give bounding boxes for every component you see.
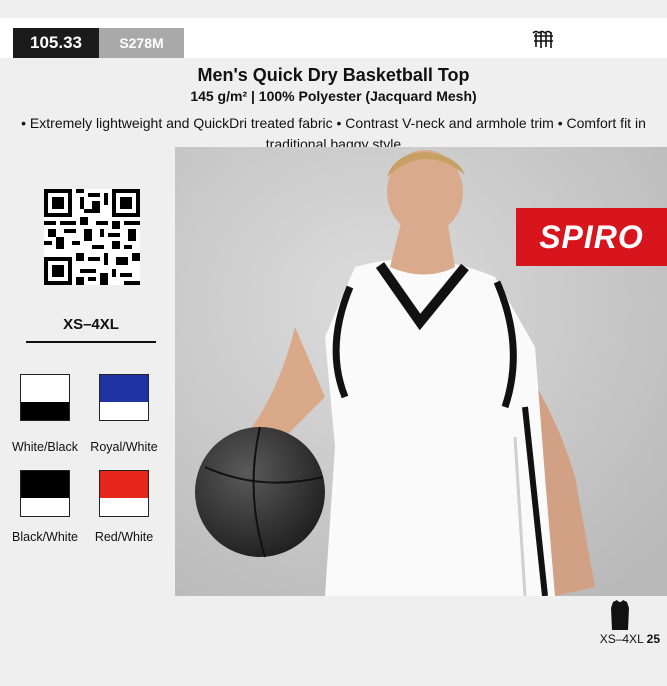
swatch-top: [21, 471, 69, 498]
product-title: Men's Quick Dry Basketball Top: [197, 65, 470, 85]
swatch-royal-white[interactable]: [99, 374, 149, 421]
size-quantity: XS–4XL 25: [560, 632, 660, 646]
swatch-top: [21, 375, 69, 402]
swatch-bottom: [100, 498, 148, 516]
swatch-label: Royal/White: [90, 440, 158, 454]
swatch-bottom: [21, 498, 69, 516]
size-range-label: XS–4XL: [599, 632, 644, 646]
swatch-white-black[interactable]: [20, 374, 70, 421]
size-divider: [26, 341, 156, 343]
hanger-icon: [532, 30, 553, 48]
swatch-label: Red/White: [94, 530, 154, 544]
swatch-black-white[interactable]: [20, 470, 70, 517]
swatch-bottom: [21, 402, 69, 420]
qr-code[interactable]: [44, 189, 140, 285]
shirt-icon: [611, 600, 629, 630]
swatch-red-white[interactable]: [99, 470, 149, 517]
swatch-top: [100, 471, 148, 498]
quantity-value: 25: [646, 632, 660, 646]
product-sku: S278M: [99, 28, 184, 58]
swatch-top: [100, 375, 148, 402]
top-band: [0, 0, 667, 18]
product-code: 105.33: [13, 28, 99, 58]
brand-logo: SPIRO: [516, 208, 667, 266]
swatch-bottom: [100, 402, 148, 420]
size-range: XS–4XL: [63, 316, 119, 333]
product-subtitle: 145 g/m² | 100% Polyester (Jacquard Mesh…: [190, 88, 477, 104]
